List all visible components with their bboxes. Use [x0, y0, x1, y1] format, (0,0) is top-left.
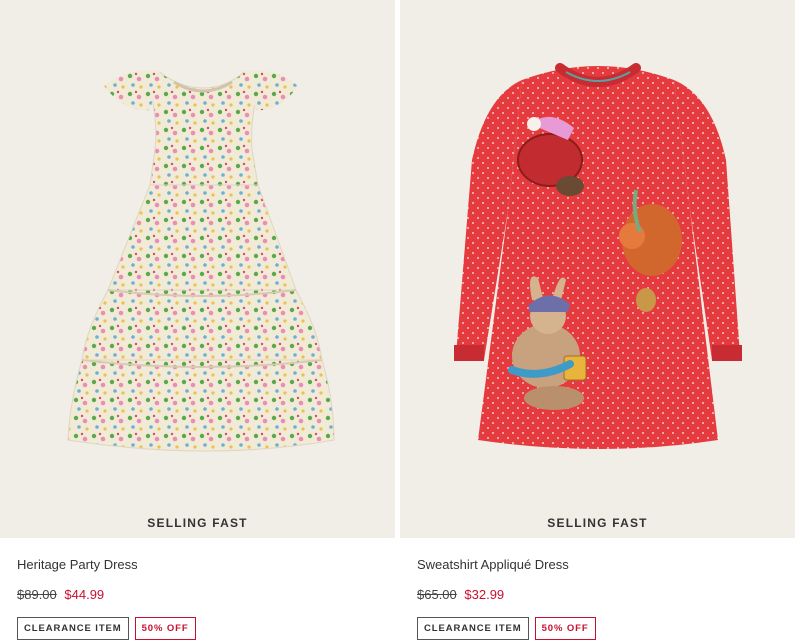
tag-row: CLEARANCE ITEM 50% OFF	[17, 617, 378, 640]
tag-row: CLEARANCE ITEM 50% OFF	[417, 617, 778, 640]
floral-dress-illustration	[67, 70, 335, 452]
product-grid: SELLING FAST Heritage Party Dress $89.00…	[0, 0, 800, 642]
product-card-sweatshirt-applique-dress[interactable]: SELLING FAST Sweatshirt Appliqué Dress $…	[400, 0, 795, 640]
product-card-heritage-party-dress[interactable]: SELLING FAST Heritage Party Dress $89.00…	[0, 0, 395, 640]
clearance-tag: CLEARANCE ITEM	[17, 617, 129, 640]
sale-price: $32.99	[464, 587, 505, 602]
discount-tag: 50% OFF	[534, 617, 596, 640]
original-price: $65.00	[417, 587, 457, 602]
discount-tag: 50% OFF	[134, 617, 196, 640]
product-name[interactable]: Sweatshirt Appliqué Dress	[417, 557, 778, 573]
selling-fast-badge: SELLING FAST	[147, 516, 248, 530]
sale-price: $44.99	[64, 587, 105, 602]
product-image[interactable]: SELLING FAST	[0, 0, 395, 538]
product-image[interactable]: SELLING FAST	[400, 0, 795, 538]
price-row: $65.00 $32.99	[417, 587, 778, 603]
selling-fast-badge: SELLING FAST	[547, 516, 648, 530]
price-row: $89.00 $44.99	[17, 587, 378, 603]
product-name[interactable]: Heritage Party Dress	[17, 557, 378, 573]
clearance-tag: CLEARANCE ITEM	[417, 617, 529, 640]
red-sweatshirt-dress-illustration	[454, 63, 742, 449]
original-price: $89.00	[17, 587, 57, 602]
